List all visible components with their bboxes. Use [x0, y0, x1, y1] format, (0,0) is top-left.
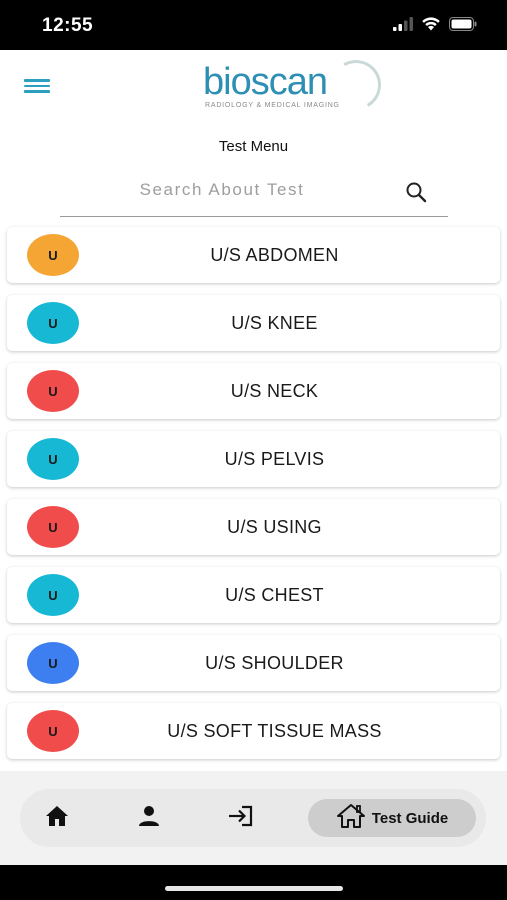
page-title: Test Menu [218, 138, 289, 155]
test-badge: U [27, 370, 79, 412]
tab-home[interactable] [38, 799, 76, 837]
app-content: bioscan RADIOLOGY & MEDICAL IMAGING Test… [0, 50, 507, 865]
status-icons [393, 16, 477, 36]
wifi-icon [421, 16, 441, 36]
test-label: U/S CHEST [225, 585, 324, 605]
bioscan-logo: bioscan RADIOLOGY & MEDICAL IMAGING [203, 54, 387, 116]
signal-icon [393, 16, 413, 36]
test-badge: U [27, 642, 79, 684]
home-icon [45, 805, 69, 832]
test-label: U/S ABDOMEN [210, 245, 339, 265]
phone-screen: 12:55 bioscan RADIOLOGY & MEDICAL IMAGIN… [0, 0, 507, 900]
test-badge: U [27, 574, 79, 616]
list-item[interactable]: U U/S SOFT TISSUE MASS [7, 703, 500, 759]
test-label: U/S SHOULDER [205, 653, 344, 673]
tab-profile[interactable] [130, 799, 168, 837]
bottom-nav-area: Test Guide [0, 771, 507, 865]
test-label: U/S PELVIS [224, 449, 325, 469]
login-icon [228, 805, 254, 832]
tab-test-guide-label: Test Guide [371, 809, 449, 827]
list-item[interactable]: U U/S CHEST [7, 567, 500, 623]
logo-subtitle: RADIOLOGY & MEDICAL IMAGING [205, 102, 340, 109]
home-indicator[interactable] [165, 886, 343, 891]
test-badge: U [27, 710, 79, 752]
test-badge: U [27, 302, 79, 344]
tab-test-guide[interactable]: Test Guide [308, 799, 476, 837]
test-badge: U [27, 438, 79, 480]
app-header: bioscan RADIOLOGY & MEDICAL IMAGING [0, 50, 507, 125]
person-icon [138, 805, 160, 832]
search-bar [60, 168, 448, 217]
bottom-tab-bar: Test Guide [20, 789, 486, 847]
test-badge: U [27, 506, 79, 548]
home-outline-icon [336, 803, 366, 834]
status-time: 12:55 [42, 15, 94, 36]
test-label: U/S NECK [230, 381, 319, 401]
status-bar: 12:55 [0, 0, 507, 50]
search-input[interactable] [60, 174, 384, 206]
home-indicator-area [0, 865, 507, 900]
list-item[interactable]: U U/S USING [7, 499, 500, 555]
tab-login[interactable] [222, 799, 260, 837]
list-item[interactable]: U U/S PELVIS [7, 431, 500, 487]
hamburger-menu-icon[interactable] [24, 76, 50, 98]
test-label: U/S SOFT TISSUE MASS [167, 721, 382, 741]
search-icon[interactable] [404, 180, 428, 204]
list-item[interactable]: U U/S NECK [7, 363, 500, 419]
battery-icon [449, 16, 477, 36]
list-item[interactable]: U U/S KNEE [7, 295, 500, 351]
test-label: U/S KNEE [231, 313, 318, 333]
test-badge: U [27, 234, 79, 276]
list-item[interactable]: U U/S ABDOMEN [7, 227, 500, 283]
test-label: U/S USING [227, 517, 322, 537]
list-item[interactable]: U U/S SHOULDER [7, 635, 500, 691]
